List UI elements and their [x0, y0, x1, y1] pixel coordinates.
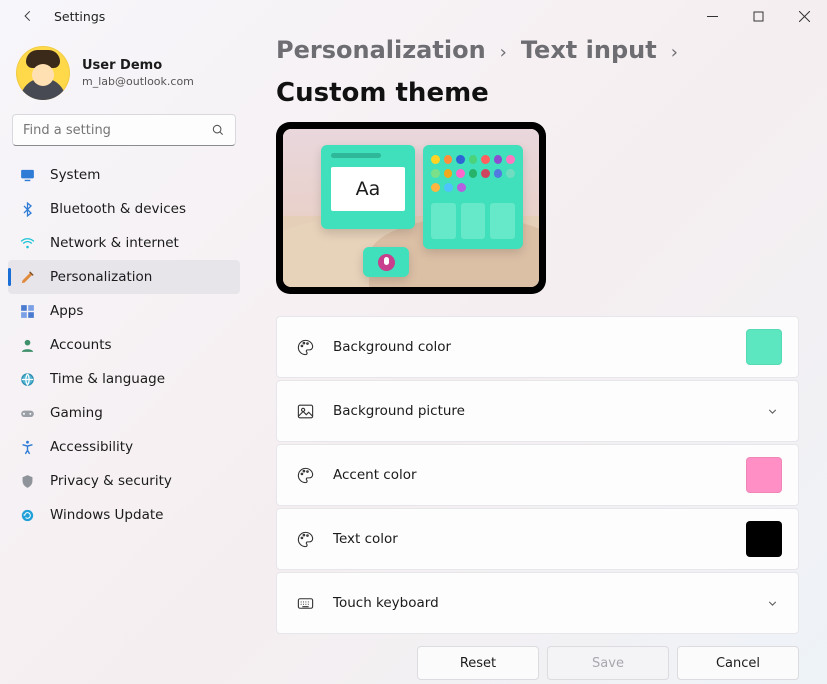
setting-label: Background picture [333, 403, 748, 419]
avatar [16, 46, 70, 100]
monitor-icon [18, 166, 36, 184]
close-button[interactable] [781, 0, 827, 32]
sidebar-item-gaming[interactable]: Gaming [8, 396, 240, 430]
sidebar-item-privacy[interactable]: Privacy & security [8, 464, 240, 498]
setting-bg_picture[interactable]: Background picture [276, 380, 799, 442]
person-icon [18, 336, 36, 354]
sidebar-item-label: Bluetooth & devices [50, 201, 186, 217]
chevron-right-icon: › [500, 42, 507, 63]
reset-button[interactable]: Reset [417, 646, 539, 680]
page-title: Custom theme [276, 78, 489, 108]
setting-bg_color[interactable]: Background color [276, 316, 799, 378]
sidebar-item-personalization[interactable]: Personalization [8, 260, 240, 294]
sidebar-item-bluetooth[interactable]: Bluetooth & devices [8, 192, 240, 226]
window-title: Settings [54, 9, 105, 24]
sidebar-item-apps[interactable]: Apps [8, 294, 240, 328]
palette-icon [295, 465, 315, 485]
sidebar-item-label: Privacy & security [50, 473, 172, 489]
user-block[interactable]: User Demo m_lab@outlook.com [8, 40, 240, 114]
sidebar-item-system[interactable]: System [8, 158, 240, 192]
breadcrumb: Personalization › Text input › Custom th… [276, 36, 799, 122]
save-button[interactable]: Save [547, 646, 669, 680]
breadcrumb-personalization[interactable]: Personalization [276, 36, 486, 64]
sidebar-item-label: System [50, 167, 100, 183]
sidebar-item-accounts[interactable]: Accounts [8, 328, 240, 362]
picture-icon [295, 401, 315, 421]
sidebar-item-label: Personalization [50, 269, 152, 285]
color-swatch[interactable] [746, 457, 782, 493]
chevron-right-icon: › [671, 42, 678, 63]
keyboard-icon [295, 593, 315, 613]
sidebar-item-label: Network & internet [50, 235, 179, 251]
sidebar-item-label: Time & language [50, 371, 165, 387]
sidebar-item-accessibility[interactable]: Accessibility [8, 430, 240, 464]
setting-label: Accent color [333, 467, 728, 483]
button-bar: Reset Save Cancel [276, 646, 799, 680]
setting-text_color[interactable]: Text color [276, 508, 799, 570]
search-box[interactable] [12, 114, 236, 146]
back-button[interactable] [16, 4, 40, 28]
chevron-down-icon [766, 405, 782, 418]
bluetooth-icon [18, 200, 36, 218]
shield-icon [18, 472, 36, 490]
sidebar-item-time[interactable]: Time & language [8, 362, 240, 396]
theme-preview: Aa [276, 122, 546, 294]
gamepad-icon [18, 404, 36, 422]
search-input[interactable] [23, 123, 211, 138]
grid-icon [18, 302, 36, 320]
color-swatch[interactable] [746, 521, 782, 557]
palette-icon [295, 529, 315, 549]
sidebar-item-label: Apps [50, 303, 83, 319]
breadcrumb-text-input[interactable]: Text input [521, 36, 657, 64]
setting-accent[interactable]: Accent color [276, 444, 799, 506]
accessibility-icon [18, 438, 36, 456]
sidebar-item-label: Accessibility [50, 439, 133, 455]
user-email: m_lab@outlook.com [82, 75, 194, 88]
update-icon [18, 506, 36, 524]
sidebar-nav: System Bluetooth & devices Network & int… [8, 158, 240, 532]
setting-label: Background color [333, 339, 728, 355]
chevron-down-icon [766, 597, 782, 610]
color-swatch[interactable] [746, 329, 782, 365]
cancel-button[interactable]: Cancel [677, 646, 799, 680]
palette-icon [295, 337, 315, 357]
sidebar-item-label: Gaming [50, 405, 103, 421]
setting-label: Text color [333, 531, 728, 547]
preview-text: Aa [331, 167, 405, 211]
sidebar-item-update[interactable]: Windows Update [8, 498, 240, 532]
search-icon [211, 123, 225, 137]
sidebar-item-label: Accounts [50, 337, 112, 353]
minimize-button[interactable] [689, 0, 735, 32]
globe-icon [18, 370, 36, 388]
sidebar-item-network[interactable]: Network & internet [8, 226, 240, 260]
maximize-button[interactable] [735, 0, 781, 32]
user-name: User Demo [82, 58, 194, 73]
sidebar-item-label: Windows Update [50, 507, 163, 523]
setting-label: Touch keyboard [333, 595, 748, 611]
setting-touch_kbd[interactable]: Touch keyboard [276, 572, 799, 634]
brush-icon [18, 268, 36, 286]
wifi-icon [18, 234, 36, 252]
